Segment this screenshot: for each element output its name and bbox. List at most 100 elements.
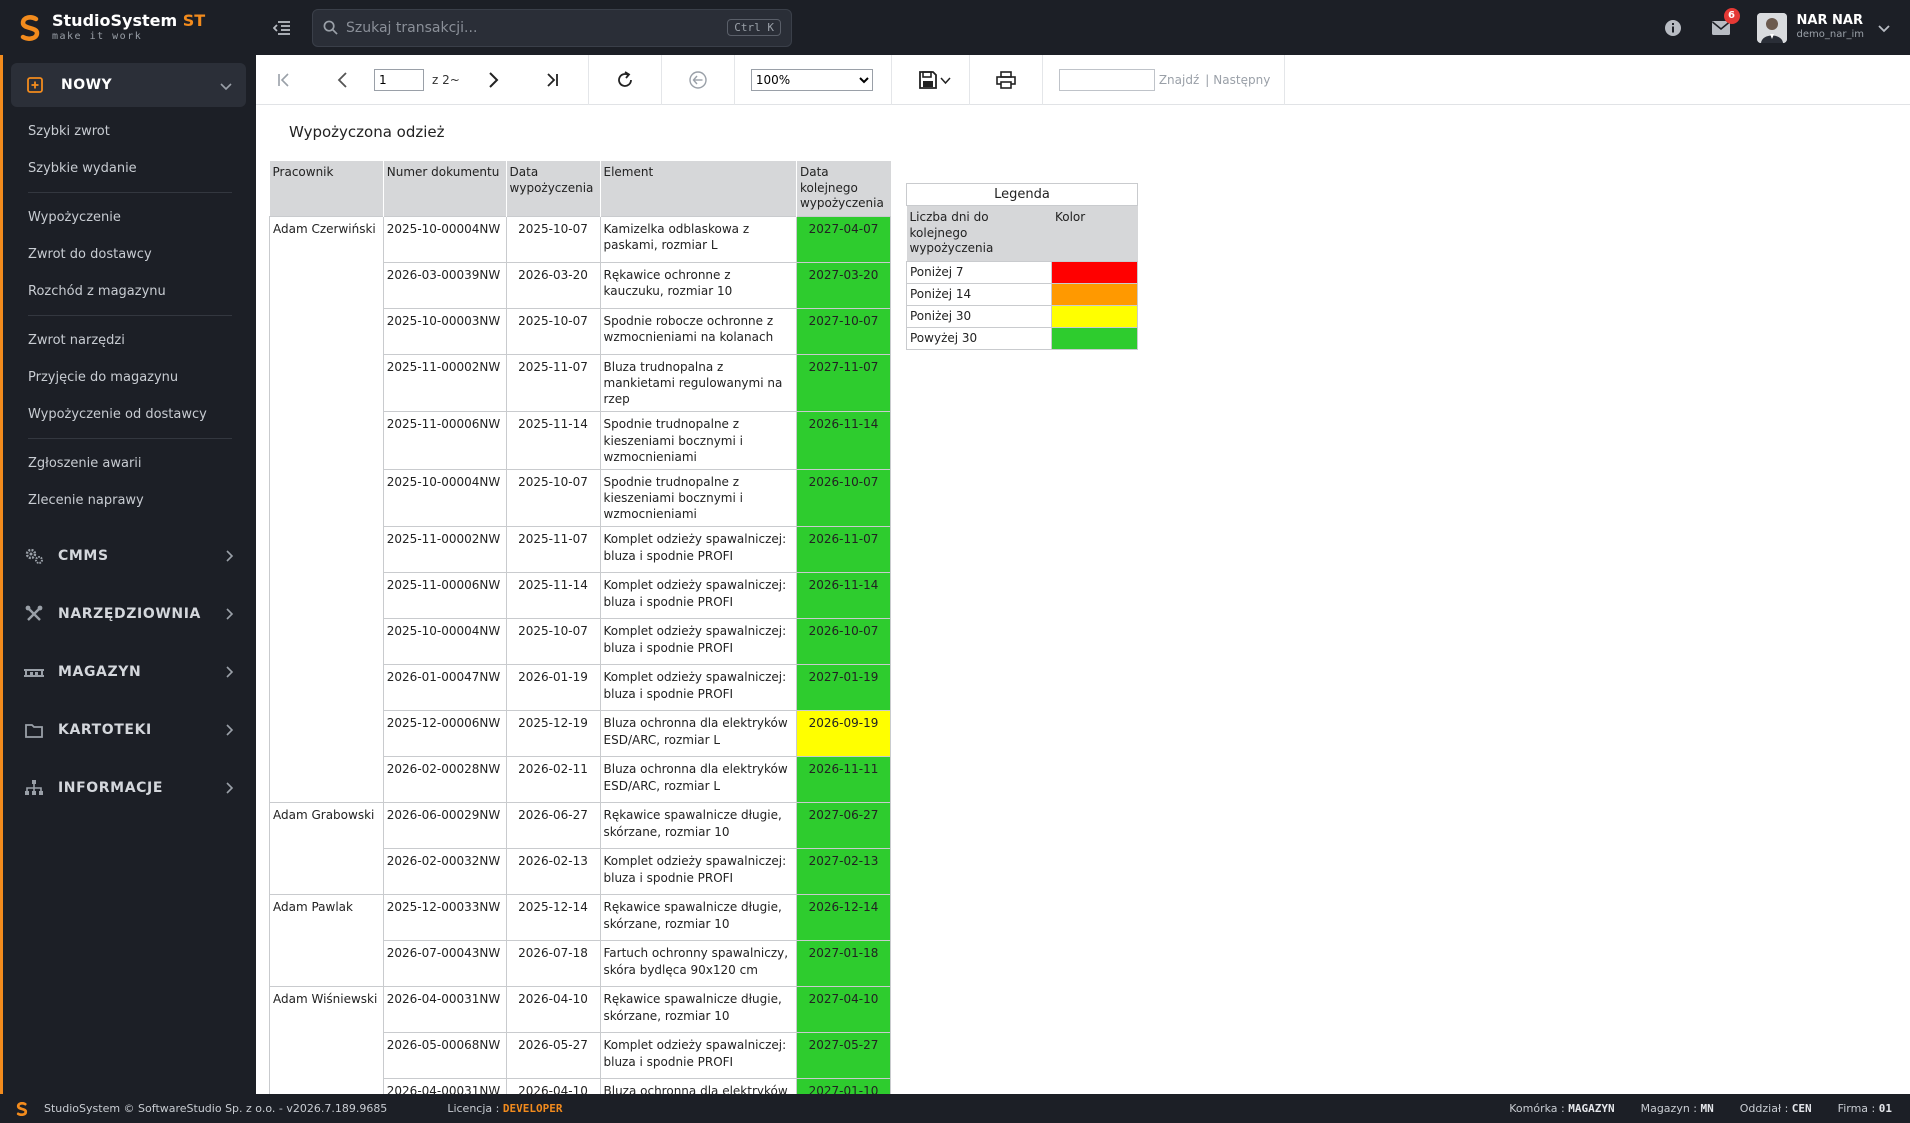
find-separator: | [1205,72,1210,87]
top-bar: StudioSystem ST make it work Ctrl K 6 NA… [0,0,1910,55]
rental-table: Pracownik Numer dokumentu Data wypożycze… [269,161,892,1123]
column-header: Data kolejnego wypożyczenia [795,161,891,217]
employee-cell: Adam Czerwiński [269,215,384,263]
company-value: 01 [1878,1102,1892,1115]
sidebar-group-informacje[interactable]: INFORMACJE [3,759,256,817]
document-number-cell: 2025-11-00002NW [382,353,507,413]
rental-date-cell: 2026-01-19 [505,664,601,712]
sidebar-item-szybkie-wydanie[interactable]: Szybkie wydanie [3,150,256,187]
page-count-label: z 2~ [432,72,460,87]
search-box[interactable]: Ctrl K [312,8,792,47]
document-number-cell: 2025-11-00006NW [382,411,507,470]
studiosystem-logo-icon [16,1101,30,1116]
sidebar-group-label: KARTOTEKI [58,722,152,738]
refresh-icon[interactable] [609,64,641,96]
employee-cell [269,756,384,803]
table-row: 2025-11-00002NW 2025-11-07 Bluza trudnopal… [269,353,892,413]
sidebar-item-wypozyczenie-od-dostawcy[interactable]: Wypożyczenie od dostawcy [3,396,256,433]
notification-badge: 6 [1723,7,1740,24]
legend-color-swatch [1051,282,1138,306]
document-number-cell: 2026-02-00028NW [382,756,507,804]
sidebar-group-magazyn[interactable]: MAGAZYN [3,643,256,701]
sidebar-item-szybki-zwrot[interactable]: Szybki zwrot [3,113,256,150]
element-cell: Spodnie trudnopalne z kieszeniami boczny… [599,411,797,470]
document-number-cell: 2025-11-00002NW [382,526,507,574]
first-page-icon[interactable] [268,64,300,96]
sidebar-group-label: MAGAZYN [58,664,142,680]
sidebar-item-rozchod-z-magazynu[interactable]: Rozchód z magazynu [3,273,256,310]
next-rental-date-cell: 2027-04-07 [795,215,892,263]
document-number-cell: 2025-10-00004NW [382,618,507,666]
legend-color-swatch [1051,260,1138,284]
column-header: Element [599,161,797,217]
next-rental-date-cell: 2026-11-14 [795,411,892,470]
sidebar-item-zwrot-do-dostawcy[interactable]: Zwrot do dostawcy [3,236,256,273]
search-input[interactable] [346,19,728,36]
rental-date-cell: 2025-10-07 [505,307,601,355]
mail-icon[interactable]: 6 [1710,7,1740,39]
next-rental-date-cell: 2027-01-18 [795,940,892,988]
user-login: demo_nar_im [1796,29,1864,41]
sidebar-item-wypozyczenie[interactable]: Wypożyczenie [3,199,256,236]
legend-label: Poniżej 7 [905,260,1053,284]
last-page-icon[interactable] [536,64,568,96]
sidebar-item-zgloszenie-awarii[interactable]: Zgłoszenie awarii [3,445,256,482]
search-icon [323,20,338,35]
sidebar-group-label: INFORMACJE [58,780,163,796]
sidebar-group-narzedziownia[interactable]: NARZĘDZIOWNIA [3,585,256,643]
element-cell: Spodnie trudnopalne z kieszeniami boczny… [599,468,797,528]
legend-title: Legenda [906,183,1138,206]
sidebar-section-nowy[interactable]: NOWY [11,63,246,107]
sidebar-item-zwrot-narzedzi[interactable]: Zwrot narzędzi [3,322,256,359]
element-cell: Fartuch ochronny spawalniczy, skóra bydl… [599,940,797,988]
legend-header-days: Liczba dni do kolejnego wypożyczenia [906,205,1052,262]
rental-date-cell: 2026-02-11 [505,756,601,804]
sidebar-group-label: NARZĘDZIOWNIA [58,606,201,622]
employee-cell [269,848,384,895]
info-icon[interactable] [1662,17,1684,39]
page-number-input[interactable] [374,68,424,91]
rental-date-cell: 2025-11-14 [505,572,601,620]
find-button[interactable]: Znajdź [1159,73,1199,87]
user-menu[interactable]: NAR NAR demo_nar_im [1756,12,1890,43]
rental-date-cell: 2026-06-27 [505,802,601,850]
previous-page-icon[interactable] [326,64,358,96]
rental-date-cell: 2025-10-07 [505,215,601,263]
report-toolbar: z 2~ 100% Znajdź | Następny [256,54,1910,105]
back-icon[interactable] [682,64,714,96]
print-icon[interactable] [990,64,1022,96]
employee-cell: Adam Pawlak [269,894,384,941]
rental-date-cell: 2025-10-07 [505,468,601,528]
table-row: 2025-11-00006NW 2025-11-14 Spodnie trudnop… [269,411,892,470]
status-bar: StudioSystem © SoftwareStudio Sp. z o.o.… [0,1094,1910,1123]
sidebar-item-przyjecie-do-magazynu[interactable]: Przyjęcie do magazynu [3,359,256,396]
chevron-down-icon[interactable] [940,70,951,89]
next-rental-date-cell: 2027-03-20 [795,261,892,309]
table-row: 2025-10-00004NW 2025-10-07 Spodnie trudnop… [269,468,892,528]
employee-cell [269,940,384,987]
document-number-cell: 2025-11-00006NW [382,572,507,620]
column-header: Data wypożyczenia [505,161,600,217]
next-page-icon[interactable] [478,64,510,96]
sidebar-group-kartoteki[interactable]: KARTOTEKI [3,701,256,759]
zoom-select[interactable]: 100% [750,68,873,91]
brand[interactable]: StudioSystem ST make it work [0,0,256,55]
next-rental-date-cell: 2027-02-13 [795,848,892,896]
next-rental-date-cell: 2026-12-14 [795,894,892,942]
divider [28,315,232,316]
menu-collapse-icon[interactable] [272,18,292,38]
sidebar-group-cmms[interactable]: CMMS [3,527,256,585]
cell-label: Komórka : [1509,1102,1565,1115]
find-next-button[interactable]: Następny [1213,73,1270,87]
find-input[interactable] [1058,68,1155,91]
employee-cell [269,572,384,619]
next-rental-date-cell: 2026-10-07 [795,618,892,666]
sidebar-item-zlecenie-naprawy[interactable]: Zlecenie naprawy [3,482,256,519]
license-label: Licencja : [447,1102,500,1115]
legend-row: Poniżej 14 [905,282,1138,306]
table-row: Adam Grabowski 2026-06-00029NW 2026-06-27 R… [269,802,892,850]
divider [28,192,232,193]
legend-row: Powyżej 30 [905,326,1138,350]
chevron-down-icon[interactable] [1878,18,1890,37]
rental-date-cell: 2026-04-10 [505,986,601,1034]
